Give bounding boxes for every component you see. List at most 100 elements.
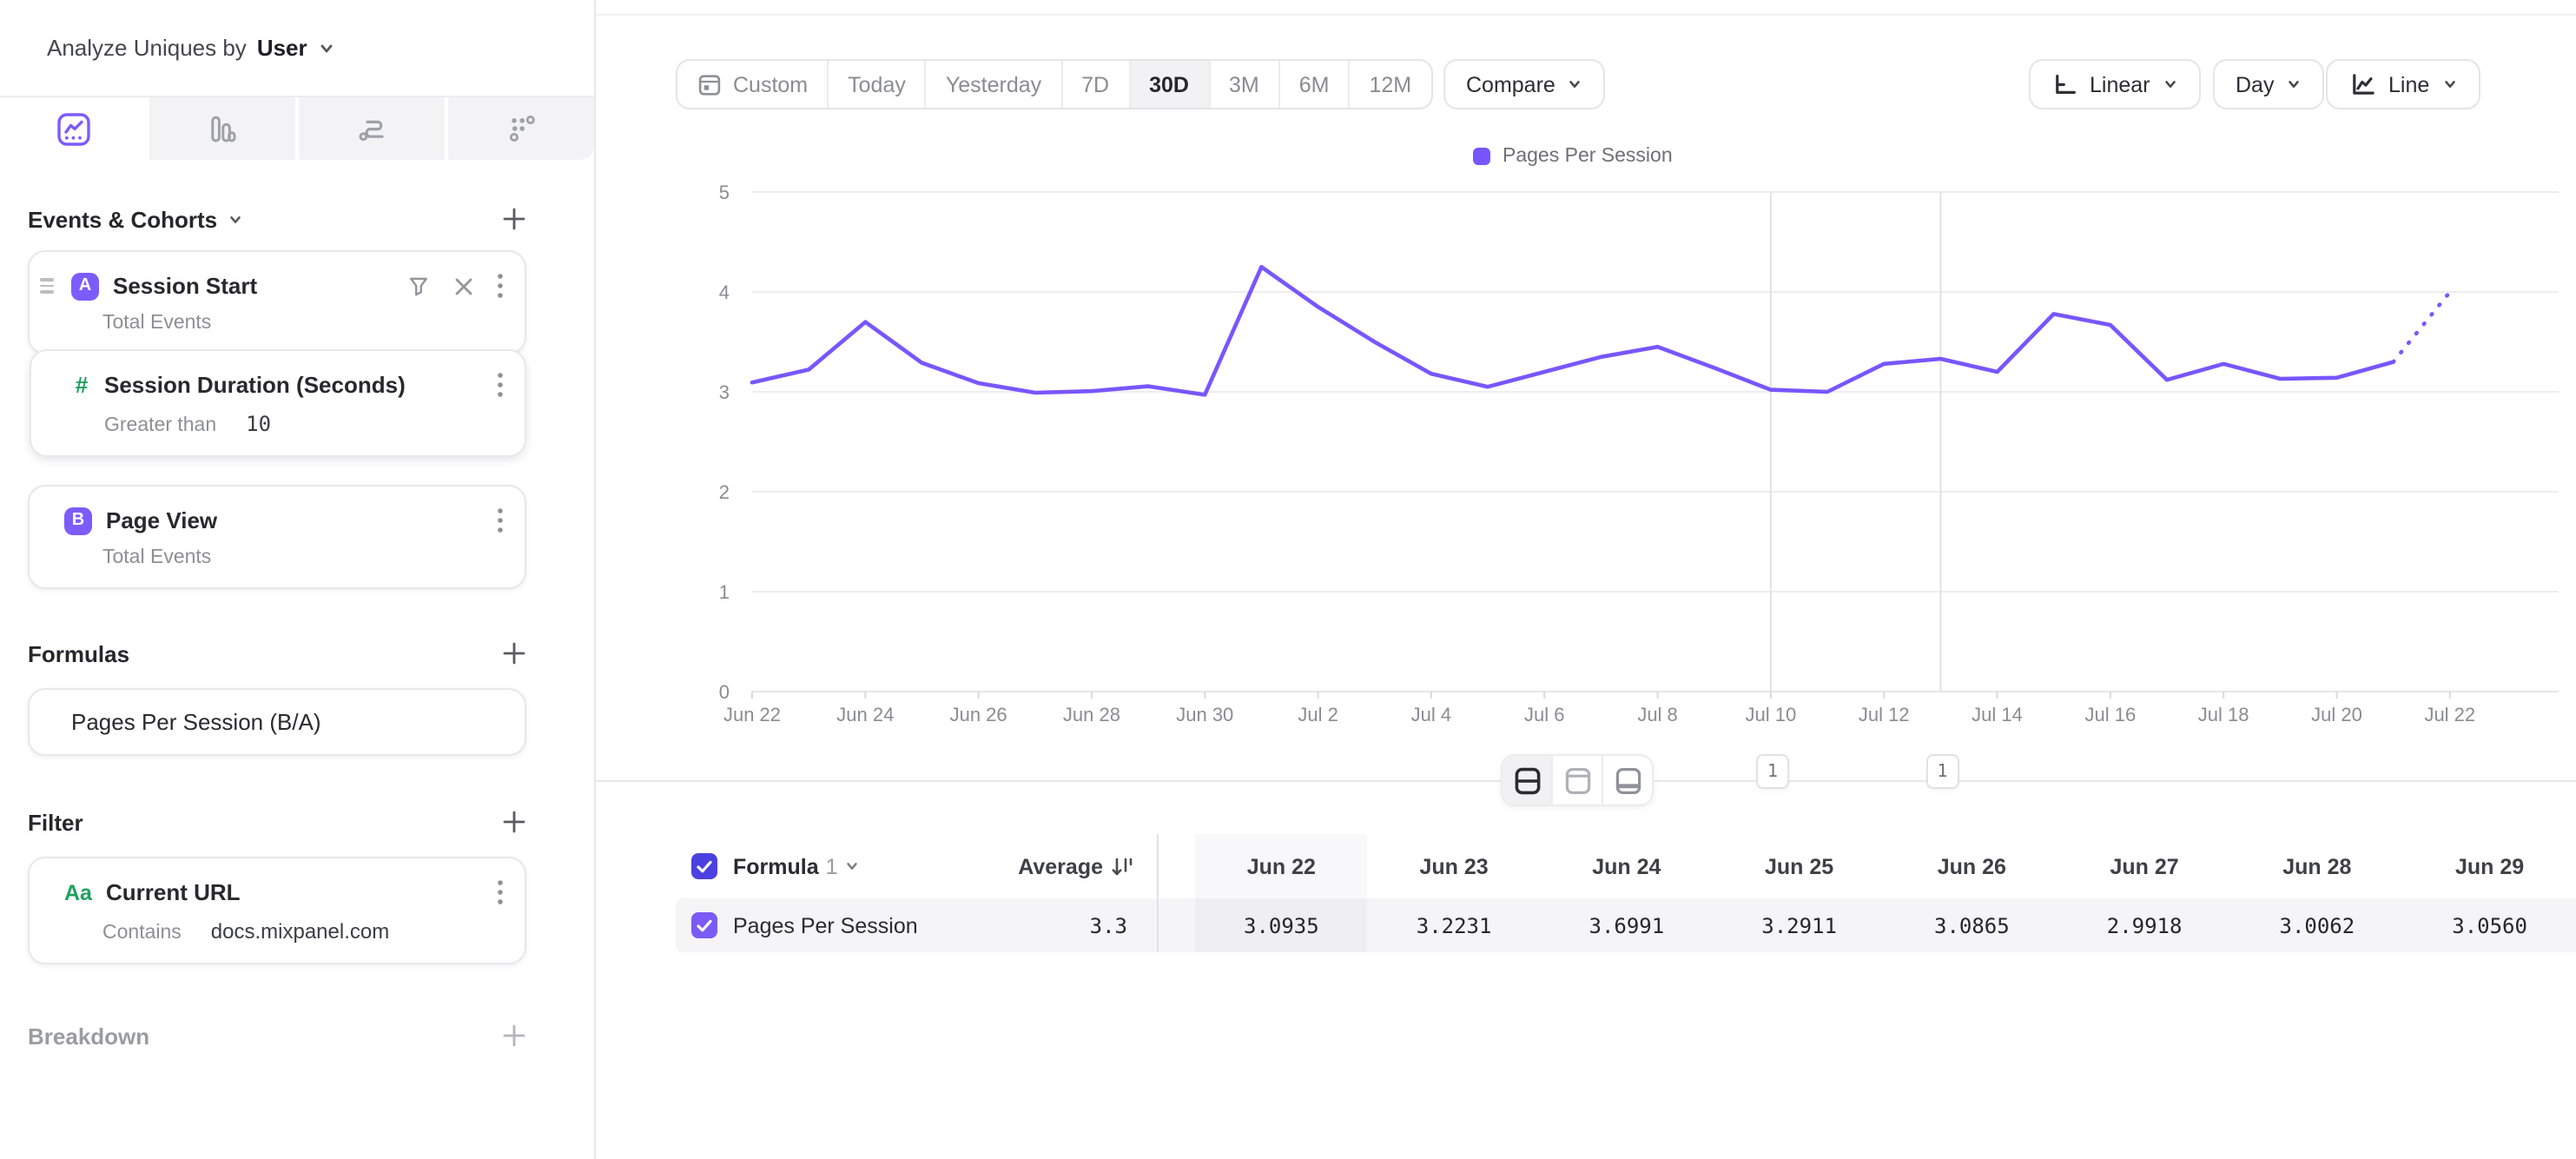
- linear-axis-icon: [2051, 71, 2077, 97]
- column-header-jun-28[interactable]: Jun 28: [2231, 834, 2404, 898]
- event-card-page-view[interactable]: B Page View Total Events: [28, 485, 526, 589]
- range-button-30d[interactable]: 30D: [1130, 61, 1210, 108]
- chevron-down-icon: [845, 858, 861, 874]
- chart-legend[interactable]: Pages Per Session: [1473, 146, 1673, 167]
- layout-chart-only-button[interactable]: [1553, 756, 1603, 805]
- range-button-6m[interactable]: 6M: [1280, 61, 1351, 108]
- formula-card[interactable]: Pages Per Session (B/A): [28, 688, 526, 756]
- analyze-by-dropdown[interactable]: User: [257, 35, 307, 61]
- chevron-down-icon: [2441, 76, 2457, 92]
- event-name[interactable]: Page View: [106, 507, 483, 533]
- range-button-custom[interactable]: Custom: [677, 61, 829, 108]
- svg-text:Jul 18: Jul 18: [2198, 704, 2249, 725]
- tab-insights-line-chart[interactable]: [0, 97, 149, 160]
- scale-label: Linear: [2090, 72, 2150, 96]
- chevron-down-icon: [318, 39, 335, 56]
- filter-property-name[interactable]: Current URL: [106, 879, 483, 905]
- add-event-button[interactable]: [502, 207, 526, 231]
- svg-text:Jun 22: Jun 22: [723, 704, 781, 725]
- column-header-jun-25[interactable]: Jun 25: [1713, 834, 1886, 898]
- range-button-today[interactable]: Today: [829, 61, 927, 108]
- table-row-pages-per-session[interactable]: Pages Per Session 3.3 3.09353.22313.6991…: [676, 898, 2576, 952]
- filter-operator[interactable]: Contains: [102, 923, 182, 944]
- annotation-marker[interactable]: 1: [1925, 754, 1958, 789]
- kebab-menu-icon[interactable]: [497, 273, 504, 299]
- calendar-icon: [697, 71, 723, 97]
- annotation-marker[interactable]: 1: [1756, 754, 1789, 789]
- add-breakdown-button[interactable]: [502, 1023, 526, 1048]
- average-sort-header[interactable]: Average: [1018, 854, 1157, 878]
- plus-icon: [502, 641, 526, 666]
- range-button-12m[interactable]: 12M: [1351, 61, 1431, 108]
- chevron-down-icon[interactable]: [228, 211, 243, 227]
- column-header-jun-27[interactable]: Jun 27: [2058, 834, 2231, 898]
- event-metric[interactable]: Total Events: [102, 313, 211, 334]
- line-chart-icon: [2348, 71, 2376, 97]
- formula-number: 1: [826, 854, 838, 878]
- close-icon[interactable]: [453, 275, 474, 296]
- cell-value: 3.2911: [1713, 898, 1886, 952]
- cell-value: 3.0560: [2403, 898, 2576, 952]
- chevron-down-icon: [1568, 76, 1583, 92]
- kebab-menu-icon[interactable]: [497, 372, 504, 398]
- granularity-button[interactable]: Day: [2213, 59, 2324, 109]
- property-card-session-duration[interactable]: # Session Duration (Seconds) Greater tha…: [30, 349, 526, 457]
- add-formula-button[interactable]: [502, 641, 526, 666]
- svg-text:2: 2: [719, 481, 730, 503]
- column-header-jun-22[interactable]: Jun 22: [1195, 834, 1368, 898]
- column-header-jun-26[interactable]: Jun 26: [1886, 834, 2058, 898]
- row-series-name: Pages Per Session: [733, 913, 918, 937]
- chart-style-button[interactable]: Line: [2326, 59, 2480, 109]
- cell-value: 2.9918: [2058, 898, 2231, 952]
- legend-swatch: [1473, 148, 1490, 165]
- breakdown-title: Breakdown: [28, 1023, 149, 1049]
- row-average-value: 3.3: [1090, 913, 1157, 937]
- kebab-menu-icon[interactable]: [497, 879, 504, 905]
- range-button-yesterday[interactable]: Yesterday: [927, 61, 1062, 108]
- formulas-title: Formulas: [28, 640, 129, 666]
- event-badge: B: [64, 507, 92, 534]
- svg-text:Jun 24: Jun 24: [836, 704, 894, 725]
- property-operator[interactable]: Greater than: [104, 415, 216, 436]
- column-header-jun-23[interactable]: Jun 23: [1368, 834, 1541, 898]
- drag-handle-icon[interactable]: [40, 279, 54, 294]
- layout-table-only-button[interactable]: [1603, 756, 1652, 805]
- event-badge: A: [71, 272, 99, 300]
- svg-text:Jul 4: Jul 4: [1411, 704, 1451, 725]
- tab-flows[interactable]: [299, 97, 448, 160]
- row-checkbox[interactable]: [691, 912, 717, 938]
- sort-descending-icon: [1110, 854, 1134, 878]
- filter-header: Filter: [28, 805, 526, 839]
- range-button-3m[interactable]: 3M: [1210, 61, 1280, 108]
- range-button-7d[interactable]: 7D: [1062, 61, 1130, 108]
- line-chart[interactable]: 012345Jun 22Jun 24Jun 26Jun 28Jun 30Jul …: [596, 174, 2576, 751]
- filter-funnel-icon[interactable]: [406, 274, 431, 298]
- property-name[interactable]: Session Duration (Seconds): [104, 372, 483, 398]
- flows-icon: [353, 110, 390, 147]
- tab-scatter[interactable]: [448, 97, 594, 160]
- event-card-session-start[interactable]: A Session Start Total Events: [28, 250, 526, 354]
- svg-text:Jul 14: Jul 14: [1972, 704, 2023, 725]
- svg-text:5: 5: [719, 182, 730, 203]
- formula-expression[interactable]: Pages Per Session (B/A): [71, 709, 321, 735]
- layout-split-view-button[interactable]: [1503, 756, 1553, 805]
- column-header-jun-24[interactable]: Jun 24: [1541, 834, 1714, 898]
- kebab-menu-icon[interactable]: [497, 507, 504, 533]
- add-filter-button[interactable]: [502, 810, 526, 834]
- filter-card-current-url[interactable]: Aa Current URL Contains docs.mixpanel.co…: [28, 857, 526, 964]
- filter-value[interactable]: docs.mixpanel.com: [211, 919, 389, 944]
- compare-button[interactable]: Compare: [1443, 59, 1606, 109]
- event-name[interactable]: Session Start: [113, 273, 393, 299]
- cell-value: 3.0062: [2231, 898, 2404, 952]
- event-metric[interactable]: Total Events: [102, 547, 211, 568]
- formula-column-dropdown[interactable]: Formula 1: [733, 854, 861, 878]
- column-header-jun-29[interactable]: Jun 29: [2403, 834, 2576, 898]
- events-cohorts-header: Events & Cohorts: [28, 202, 526, 236]
- insights-report: Analyze Uniques by User: [0, 0, 2576, 1159]
- scale-button[interactable]: Linear: [2029, 59, 2201, 109]
- tab-bar-chart[interactable]: [149, 97, 299, 160]
- property-value[interactable]: 10: [246, 412, 271, 436]
- svg-text:3: 3: [719, 381, 730, 403]
- analyze-uniques-bar: Analyze Uniques by User: [0, 0, 594, 97]
- select-all-checkbox[interactable]: [691, 853, 717, 879]
